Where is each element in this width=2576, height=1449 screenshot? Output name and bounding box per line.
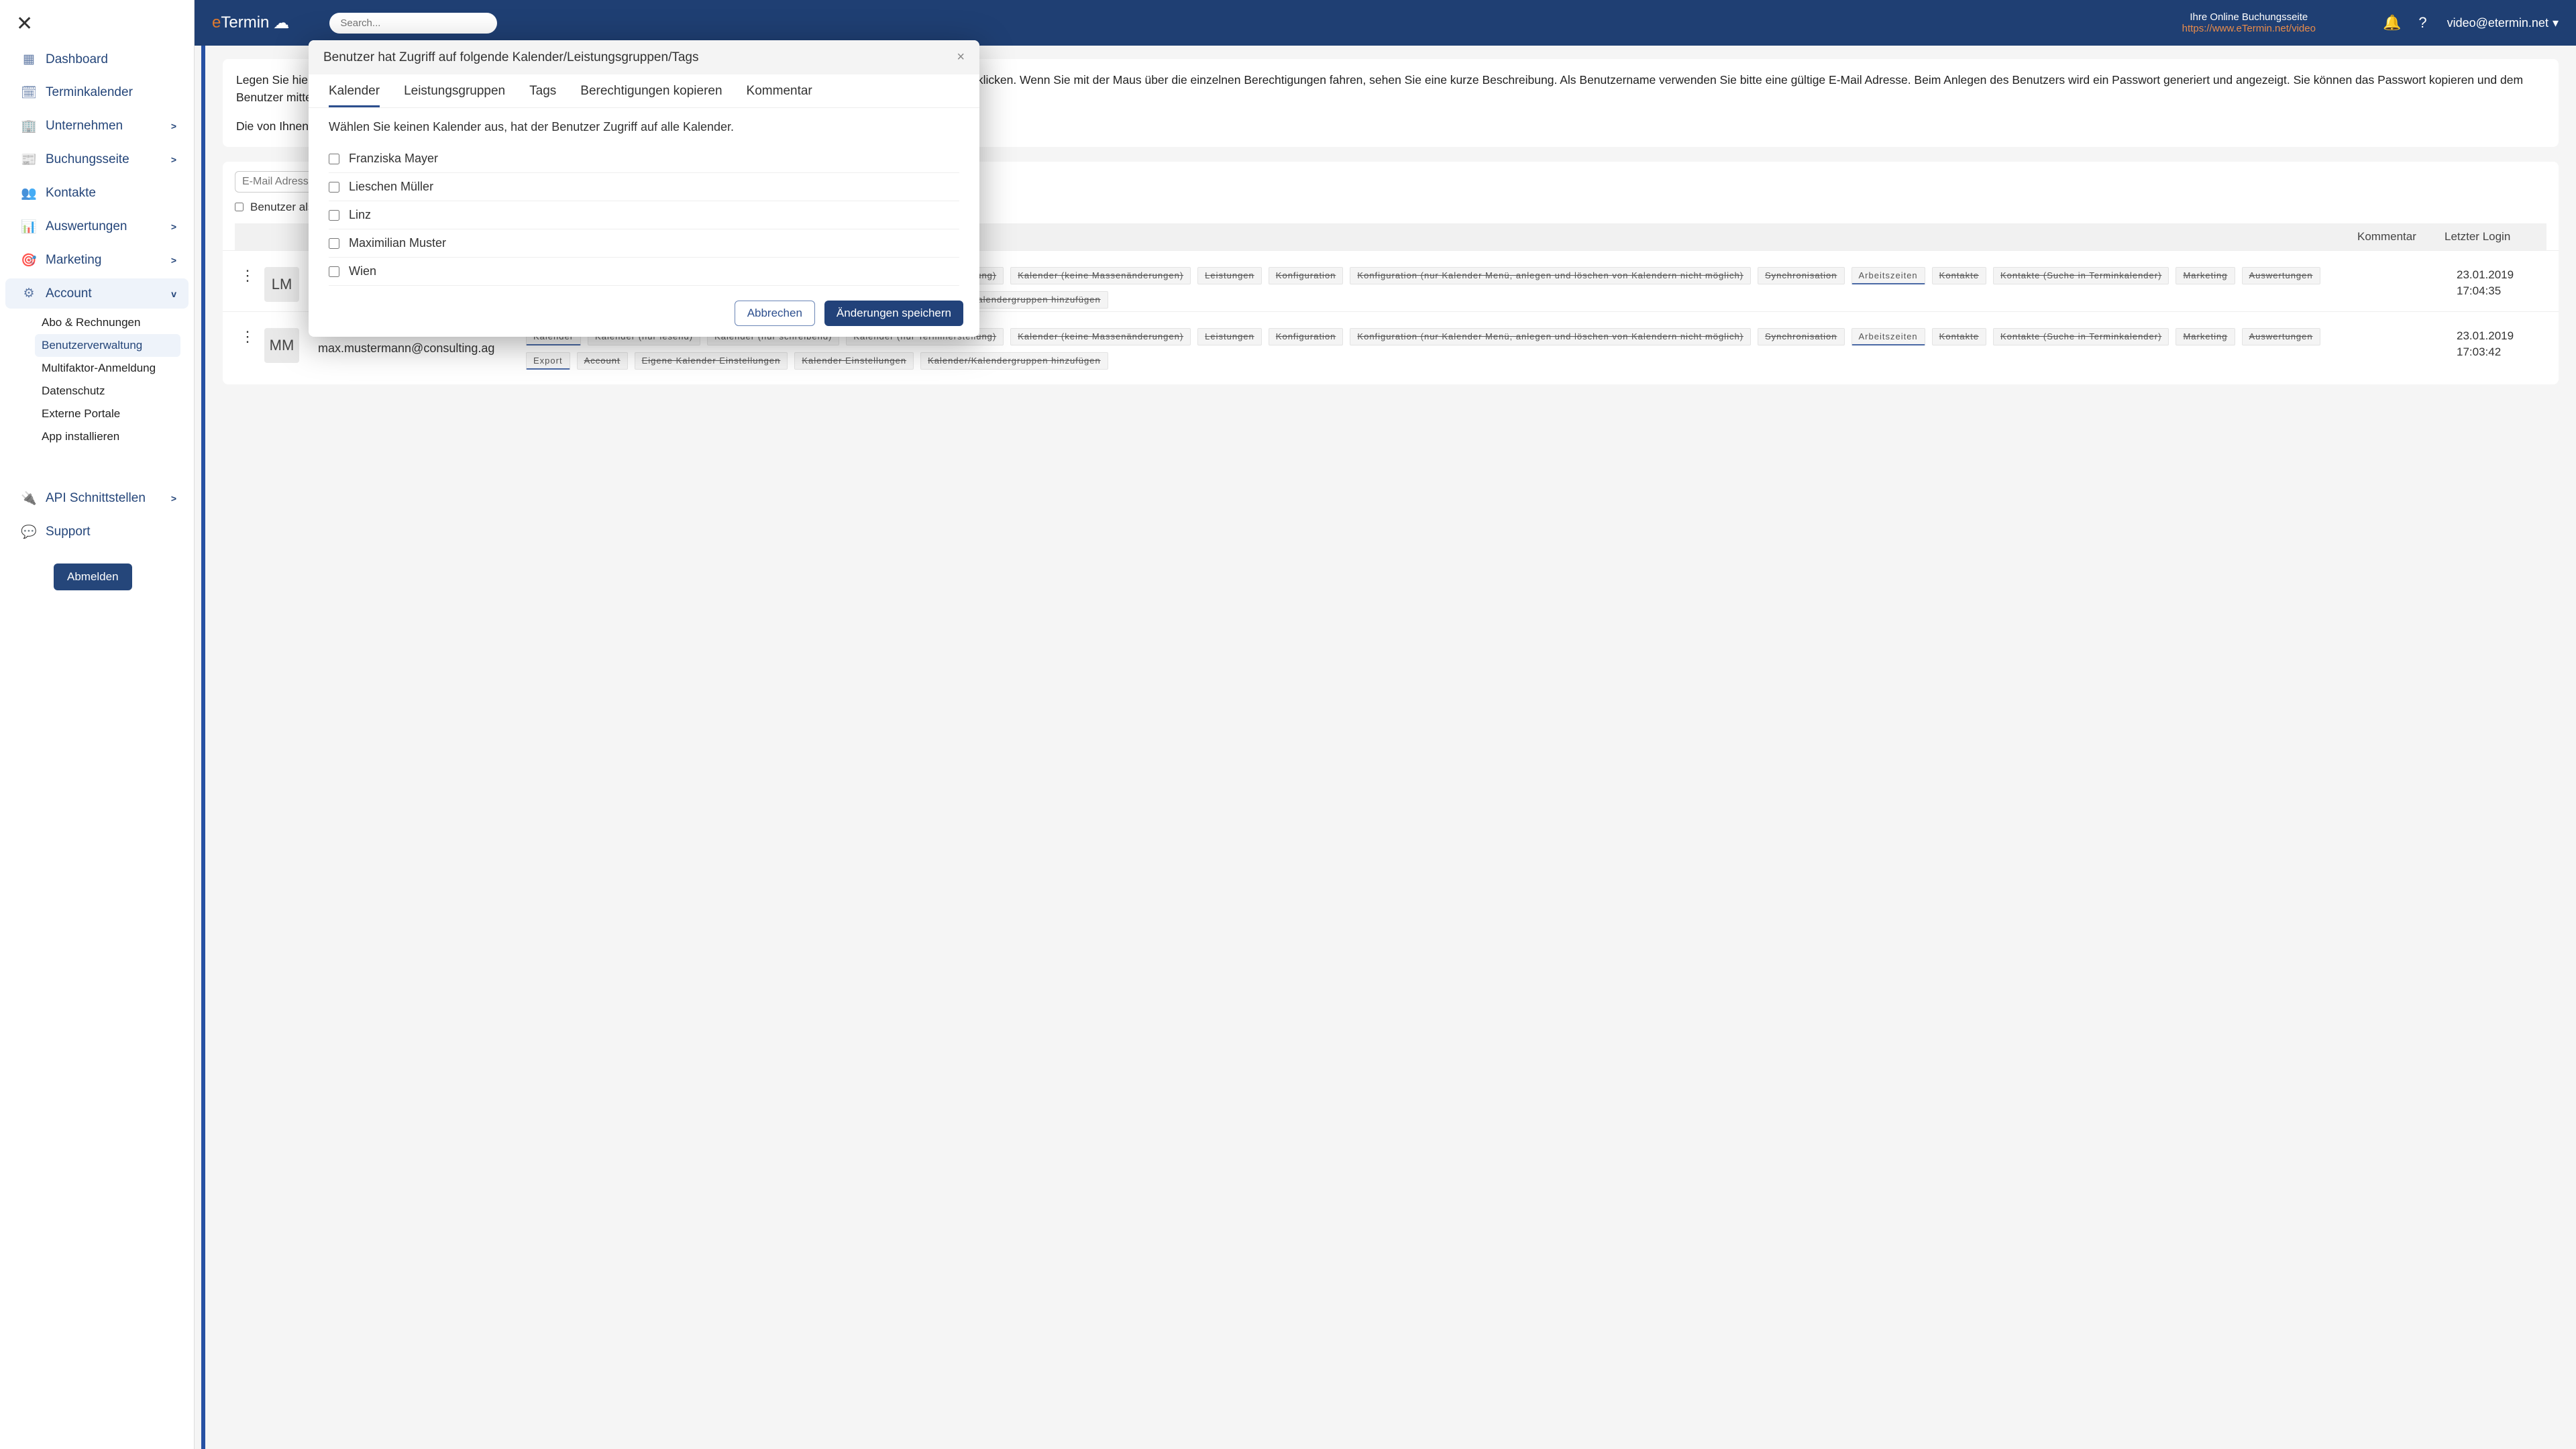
calendar-checkbox[interactable] — [329, 238, 339, 249]
calendar-name: Lieschen Müller — [349, 180, 433, 194]
save-button[interactable]: Änderungen speichern — [824, 301, 963, 326]
calendar-checkbox[interactable] — [329, 266, 339, 277]
modal-title: Benutzer hat Zugriff auf folgende Kalend… — [323, 50, 698, 65]
close-icon[interactable]: × — [957, 50, 965, 65]
modal-body: Wählen Sie keinen Kalender aus, hat der … — [309, 108, 979, 290]
calendar-checkbox[interactable] — [329, 210, 339, 221]
modal-tab-berechtigungen-kopieren[interactable]: Berechtigungen kopieren — [580, 84, 722, 107]
modal-tab-kalender[interactable]: Kalender — [329, 84, 380, 107]
calendar-name: Linz — [349, 208, 371, 222]
calendar-item[interactable]: Franziska Mayer — [329, 145, 959, 173]
modal-tab-kommentar[interactable]: Kommentar — [747, 84, 812, 107]
modal-tabs: Kalender Leistungsgruppen Tags Berechtigung… — [309, 74, 979, 108]
modal-tab-tags[interactable]: Tags — [529, 84, 556, 107]
modal-head: Benutzer hat Zugriff auf folgende Kalend… — [309, 40, 979, 74]
calendar-name: Wien — [349, 264, 376, 278]
modal-tab-leistungsgruppen[interactable]: Leistungsgruppen — [404, 84, 505, 107]
modal-hint: Wählen Sie keinen Kalender aus, hat der … — [329, 120, 959, 134]
calendar-checkbox[interactable] — [329, 182, 339, 193]
calendar-item[interactable]: Maximilian Muster — [329, 229, 959, 258]
cancel-button[interactable]: Abbrechen — [735, 301, 815, 326]
modal-foot: Abbrechen Änderungen speichern — [309, 290, 979, 337]
calendar-item[interactable]: Wien — [329, 258, 959, 286]
calendar-checkbox[interactable] — [329, 154, 339, 164]
calendar-item[interactable]: Lieschen Müller — [329, 173, 959, 201]
calendar-list: Franziska Mayer Lieschen Müller Linz Maximi… — [329, 145, 959, 286]
calendar-name: Maximilian Muster — [349, 236, 446, 250]
calendar-item[interactable]: Linz — [329, 201, 959, 229]
access-modal: Benutzer hat Zugriff auf folgende Kalend… — [309, 40, 979, 337]
calendar-name: Franziska Mayer — [349, 152, 438, 166]
